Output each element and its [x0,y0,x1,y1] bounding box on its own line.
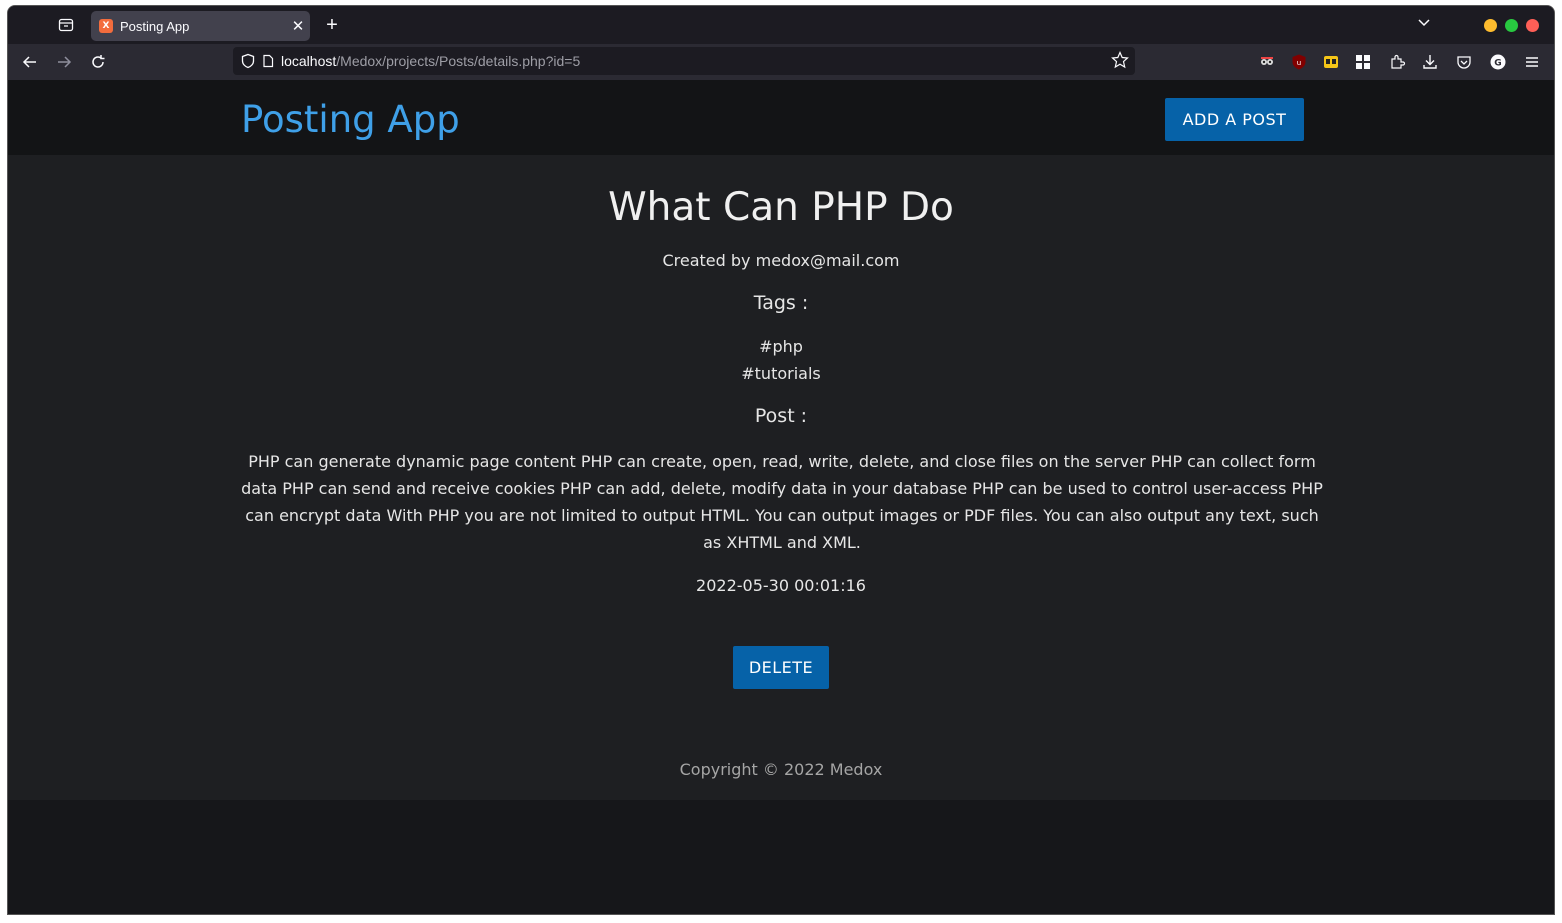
post-body: PHP can generate dynamic page content PH… [241,452,1323,552]
grid-extension-icon[interactable] [1351,50,1375,74]
close-tab-icon[interactable]: ✕ [286,17,310,35]
new-tab-icon[interactable]: + [320,13,344,37]
ublock-origin-icon[interactable]: u [1287,50,1311,74]
tag-item: #tutorials [741,364,821,383]
tab-list-icon[interactable] [54,14,78,36]
url-bar[interactable]: localhost/Medox/projects/Posts/details.p… [233,47,1135,75]
post-date: 2022-05-30 00:01:16 [696,576,866,595]
xampp-favicon-icon: X [99,19,113,33]
menu-hamburger-icon[interactable] [1520,50,1544,74]
delete-button[interactable]: DELETE [733,646,829,689]
post-author: Created by medox@mail.com [662,251,900,270]
footer-copyright: Copyright © 2022 Medox [679,760,883,779]
account-avatar-icon[interactable]: G [1486,50,1510,74]
site-header: Posting App ADD A POST [8,80,1554,155]
close-window-button[interactable] [1526,19,1539,32]
url-host: localhost [281,53,337,69]
bookmark-star-icon[interactable] [1111,51,1129,69]
pocket-icon[interactable] [1452,50,1476,74]
reload-icon[interactable] [86,50,110,74]
privacy-badger-icon[interactable] [1255,50,1279,74]
download-icon[interactable] [1418,50,1442,74]
chevron-down-icon[interactable] [1416,14,1432,30]
url-text[interactable]: localhost/Medox/projects/Posts/details.p… [281,53,580,69]
extension-yellow-icon[interactable] [1319,50,1343,74]
post-heading: Post : [754,405,808,427]
tags-heading: Tags : [753,292,809,314]
page-icon [261,54,275,68]
minimize-button[interactable] [1484,19,1497,32]
add-post-button[interactable]: ADD A POST [1165,98,1304,141]
page-viewport: Posting App ADD A POST What Can PHP Do C… [8,80,1554,914]
tab-title: Posting App [120,18,190,34]
shield-icon[interactable] [240,53,256,69]
maximize-button[interactable] [1505,19,1518,32]
tab-strip: X Posting App ✕ + [8,6,1554,44]
nav-bar: localhost/Medox/projects/Posts/details.p… [8,44,1554,80]
post-title: What Can PHP Do [608,185,954,230]
forward-icon[interactable] [52,50,76,74]
svg-text:u: u [1297,59,1301,67]
url-path: /Medox/projects/Posts/details.php?id=5 [336,53,581,69]
brand-link[interactable]: Posting App [241,98,460,141]
back-icon[interactable] [18,50,42,74]
post-details: What Can PHP Do Created by medox@mail.co… [8,155,1554,800]
svg-text:G: G [1494,59,1501,69]
extensions-puzzle-icon[interactable] [1385,50,1409,74]
tag-item: #php [759,337,803,356]
browser-window: X Posting App ✕ + localhost/Medox/projec… [7,5,1555,915]
tab-posting-app[interactable]: X Posting App ✕ [91,11,310,41]
